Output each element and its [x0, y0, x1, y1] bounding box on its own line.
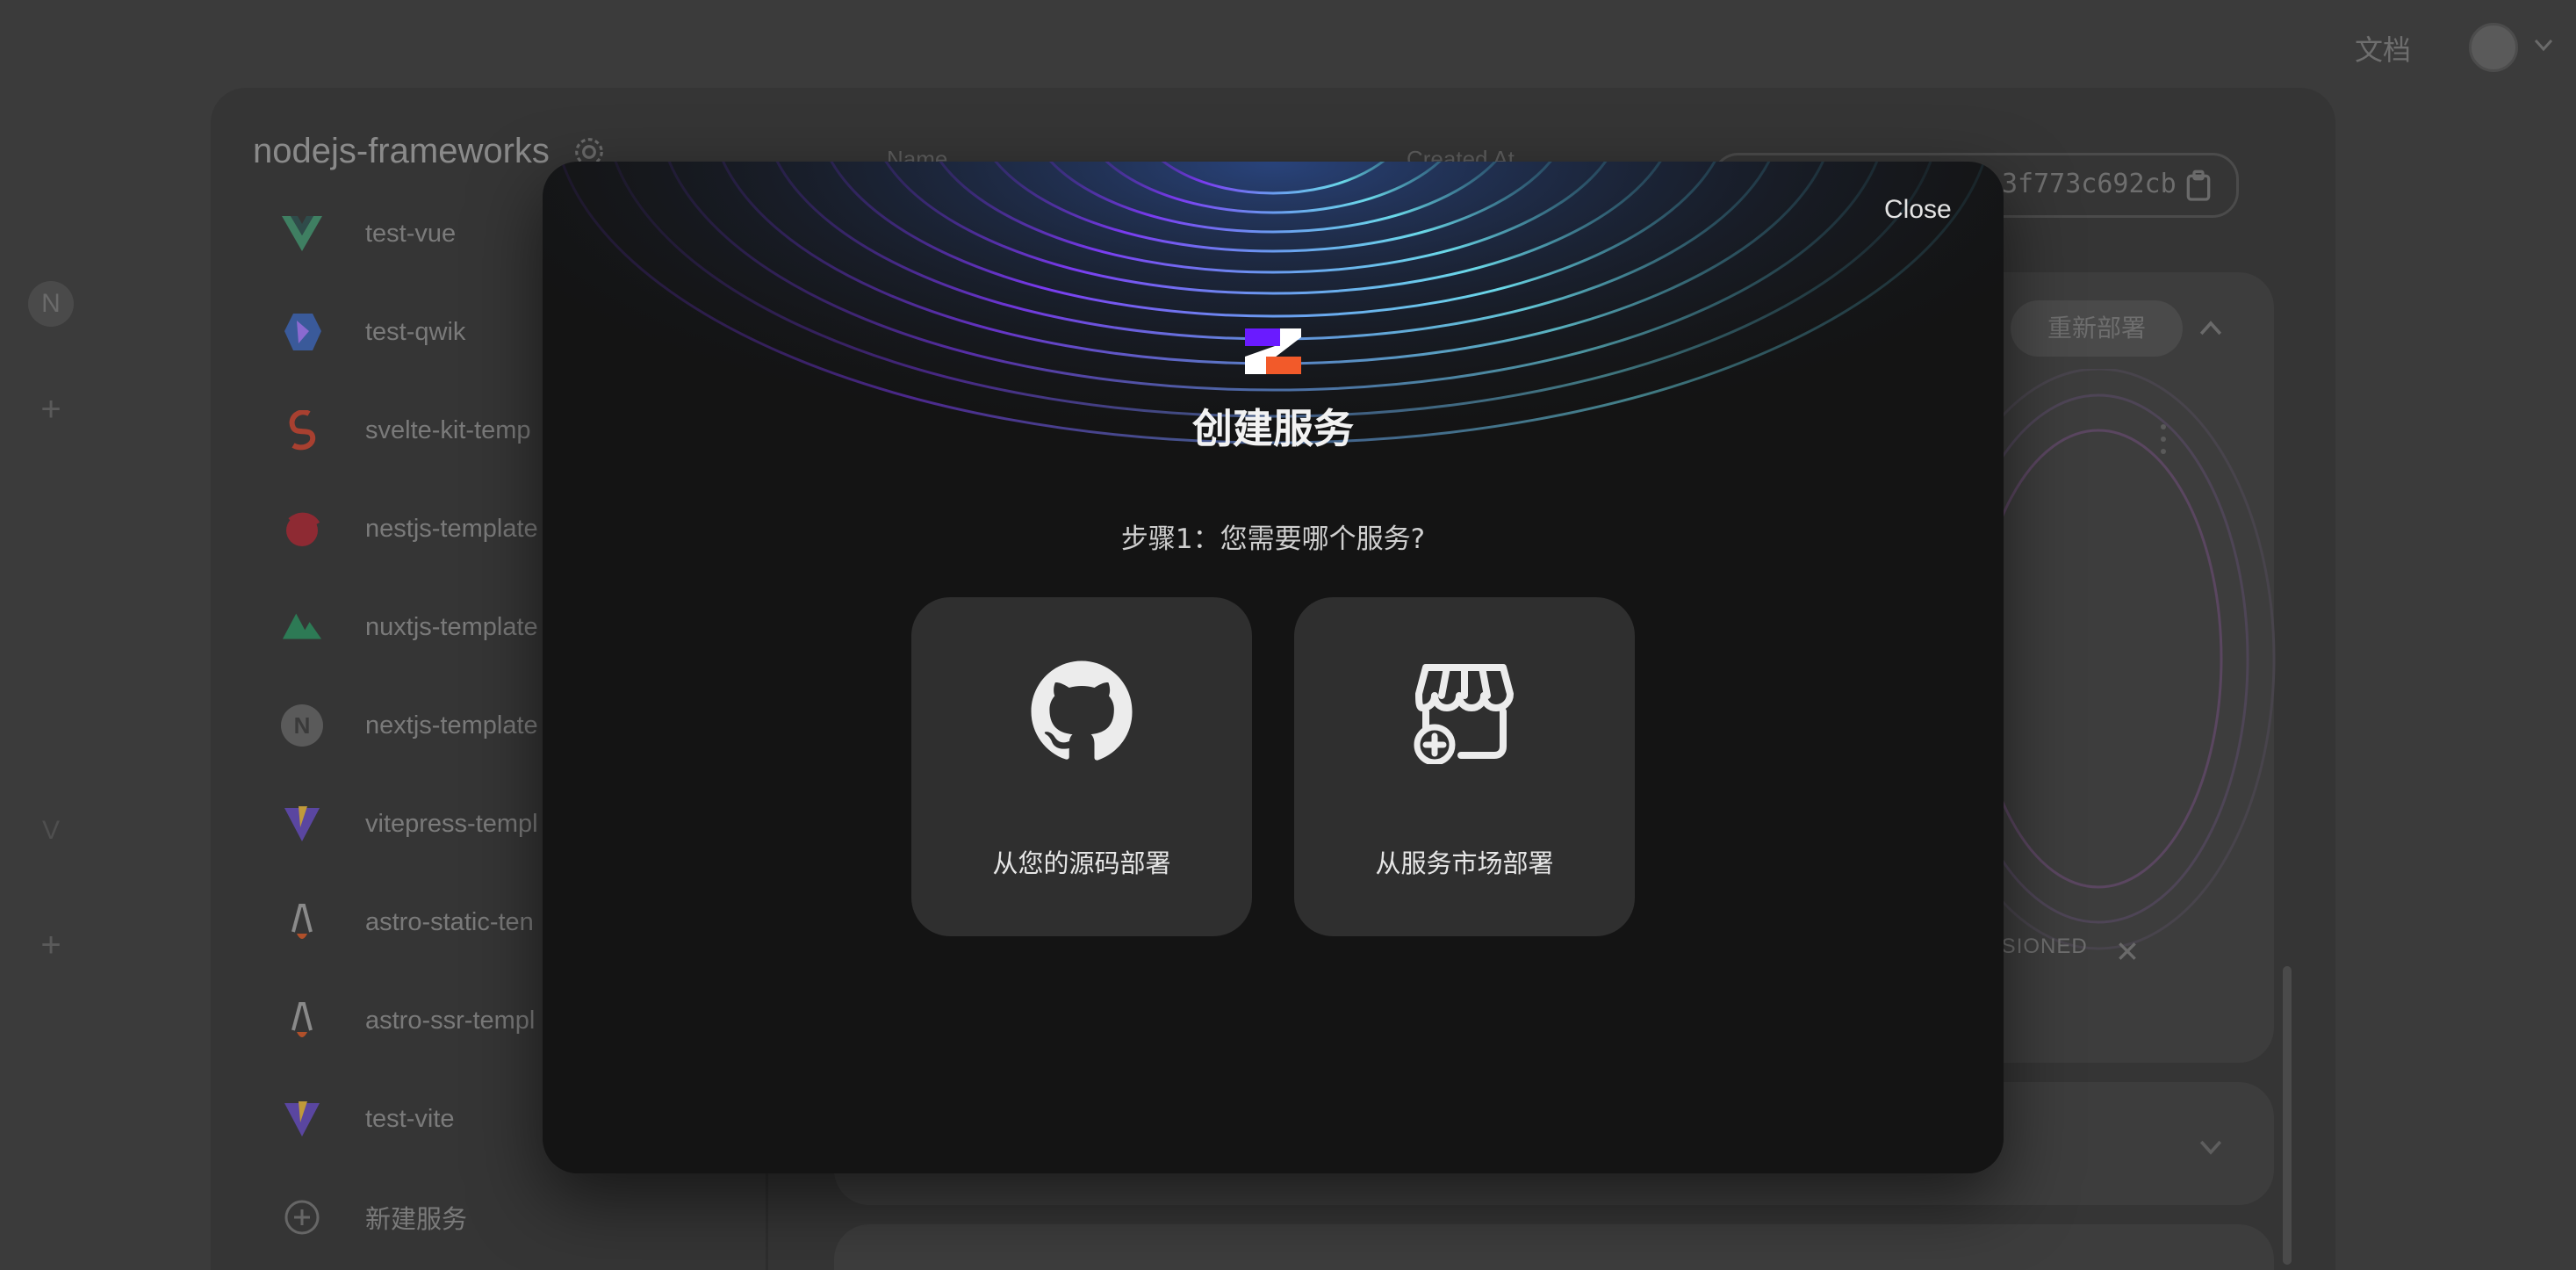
nestjs-logo-icon — [281, 508, 323, 550]
zeabur-logo-icon — [1245, 328, 1301, 374]
github-icon — [1031, 660, 1133, 761]
deploy-from-source-option[interactable]: 从您的源码部署 — [911, 597, 1252, 936]
astro-logo-icon — [281, 901, 323, 943]
modal-title: 创建服务 — [1192, 405, 1354, 452]
project-title: nodejs-frameworks — [253, 132, 550, 170]
svelte-logo-icon — [281, 409, 323, 451]
vue-logo-icon — [281, 213, 323, 255]
clipboard-copy-icon[interactable] — [2181, 169, 2216, 204]
deploy-from-marketplace-option[interactable]: 从服务市场部署 — [1294, 597, 1635, 936]
marketplace-store-icon — [1414, 664, 1514, 764]
chevron-down-icon[interactable] — [2195, 1131, 2227, 1163]
nextjs-logo-icon: N — [281, 704, 323, 747]
nuxt-logo-icon — [281, 606, 323, 648]
option-label: 从服务市场部署 — [1375, 848, 1554, 878]
close-button[interactable]: Close — [1877, 191, 1959, 228]
chevron-down-icon[interactable] — [2530, 32, 2557, 58]
user-avatar[interactable] — [2469, 23, 2518, 72]
bottom-panel — [834, 1224, 2274, 1270]
chevron-up-icon[interactable] — [2195, 313, 2227, 344]
add-project-icon[interactable]: + — [28, 386, 74, 432]
astro-logo-icon — [281, 999, 323, 1042]
vitepress-logo-icon — [281, 803, 323, 845]
qwik-logo-icon — [281, 311, 323, 353]
docs-link[interactable]: 文档 — [2355, 28, 2411, 69]
scrollbar[interactable] — [2283, 966, 2292, 1265]
redeploy-button[interactable]: 重新部署 — [2011, 300, 2183, 357]
project-n-icon[interactable]: N — [28, 281, 74, 327]
close-icon[interactable] — [2116, 940, 2139, 963]
commit-hash: 3f773c692cb — [2002, 169, 2177, 199]
option-label: 从您的源码部署 — [992, 848, 1171, 878]
decorative-rings — [1958, 369, 2276, 950]
step-text: 步骤1：您需要哪个服务? — [1120, 523, 1426, 555]
project-v-icon[interactable]: V — [28, 808, 74, 854]
new-service-button[interactable]: 新建服务 — [281, 1191, 755, 1244]
plus-circle-icon — [281, 1196, 323, 1238]
add-project-icon-2[interactable]: + — [28, 922, 74, 968]
top-bar: 文档 — [0, 0, 2576, 88]
create-service-modal: Close 创建服务 步骤1：您需要哪个服务? 从您的源码部署 从服务市场部署 — [543, 162, 2004, 1173]
vite-logo-icon — [281, 1098, 323, 1140]
